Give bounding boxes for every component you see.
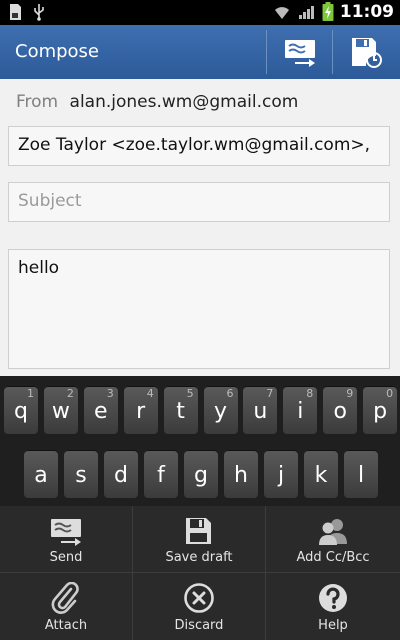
menu-item-label: Help	[318, 618, 348, 633]
key-u[interactable]: 7u	[243, 386, 278, 434]
key-letter: s	[75, 463, 87, 488]
save-draft-button[interactable]	[333, 25, 399, 79]
discard-icon	[184, 583, 214, 613]
key-g[interactable]: g	[184, 450, 218, 498]
key-letter: j	[277, 463, 285, 488]
to-field[interactable]: Zoe Taylor <zoe.taylor.wm@gmail.com>,	[8, 126, 390, 166]
send-button[interactable]	[267, 25, 333, 79]
key-letter: g	[194, 463, 208, 488]
send-icon	[285, 40, 315, 67]
menu-item-label: Save draft	[165, 550, 233, 565]
key-letter: h	[234, 463, 248, 488]
menu-item-label: Add Cc/Bcc	[296, 550, 370, 565]
key-letter: w	[51, 399, 70, 424]
status-bar: 11:09	[0, 0, 400, 25]
key-letter: p	[373, 399, 388, 424]
options-menu: Send Save draft Add Cc/Bcc Attach Discar…	[0, 506, 400, 640]
key-letter: r	[136, 399, 146, 424]
save-draft-icon	[186, 518, 211, 544]
send-icon	[51, 519, 81, 546]
key-letter: i	[297, 399, 304, 424]
key-e[interactable]: 3e	[83, 386, 118, 434]
key-letter: d	[114, 463, 128, 488]
menu-item-attach[interactable]: Attach	[0, 573, 133, 640]
key-letter: t	[176, 399, 185, 424]
key-letter: q	[14, 399, 28, 424]
from-row: From alan.jones.wm@gmail.com	[16, 92, 298, 112]
key-o[interactable]: 9o	[323, 386, 358, 434]
key-y[interactable]: 6y	[203, 386, 238, 434]
key-i[interactable]: 8i	[283, 386, 318, 434]
menu-item-add-cc-bcc[interactable]: Add Cc/Bcc	[266, 506, 400, 573]
sd-card-icon	[10, 4, 21, 20]
battery-charging-icon	[322, 2, 334, 21]
keyboard: 1q2w3e4r5t6y7u8i9o0p a s d f g h j k l	[0, 376, 400, 506]
page-title: Compose	[15, 41, 100, 62]
key-letter: l	[357, 463, 365, 488]
paperclip-icon	[51, 582, 79, 614]
key-a[interactable]: a	[24, 450, 58, 498]
key-j[interactable]: j	[264, 450, 298, 498]
contacts-icon	[319, 519, 347, 545]
key-letter: y	[213, 399, 228, 424]
key-p[interactable]: 0p	[363, 386, 398, 434]
key-f[interactable]: f	[144, 450, 178, 498]
key-d[interactable]: d	[104, 450, 138, 498]
menu-item-save-draft[interactable]: Save draft	[133, 506, 266, 573]
key-letter: o	[333, 399, 347, 424]
key-letter: a	[34, 463, 48, 488]
save-draft-icon	[352, 38, 382, 68]
signal-icon	[298, 6, 314, 19]
message-body-field[interactable]: hello	[8, 249, 390, 369]
key-letter: k	[314, 463, 328, 488]
key-letter: e	[94, 399, 108, 424]
key-r[interactable]: 4r	[123, 386, 158, 434]
menu-item-discard[interactable]: Discard	[133, 573, 266, 640]
key-t[interactable]: 5t	[163, 386, 198, 434]
key-w[interactable]: 2w	[43, 386, 78, 434]
from-address[interactable]: alan.jones.wm@gmail.com	[70, 92, 299, 112]
key-k[interactable]: k	[304, 450, 338, 498]
clock: 11:09	[339, 2, 394, 22]
menu-item-label: Attach	[44, 618, 88, 633]
usb-icon	[34, 4, 44, 21]
key-s[interactable]: s	[64, 450, 98, 498]
key-h[interactable]: h	[224, 450, 258, 498]
subject-field[interactable]: Subject	[8, 182, 390, 222]
key-letter: f	[157, 463, 165, 488]
menu-item-help[interactable]: Help	[266, 573, 400, 640]
compose-form: From alan.jones.wm@gmail.com Zoe Taylor …	[0, 79, 400, 376]
menu-item-label: Send	[49, 550, 83, 565]
action-bar: Compose	[0, 25, 400, 79]
wifi-icon	[274, 7, 289, 19]
help-icon	[319, 584, 347, 612]
key-l[interactable]: l	[344, 450, 378, 498]
from-label: From	[16, 92, 59, 112]
key-letter: u	[253, 399, 268, 424]
menu-item-send[interactable]: Send	[0, 506, 133, 573]
key-q[interactable]: 1q	[4, 386, 38, 434]
menu-item-label: Discard	[174, 618, 224, 633]
